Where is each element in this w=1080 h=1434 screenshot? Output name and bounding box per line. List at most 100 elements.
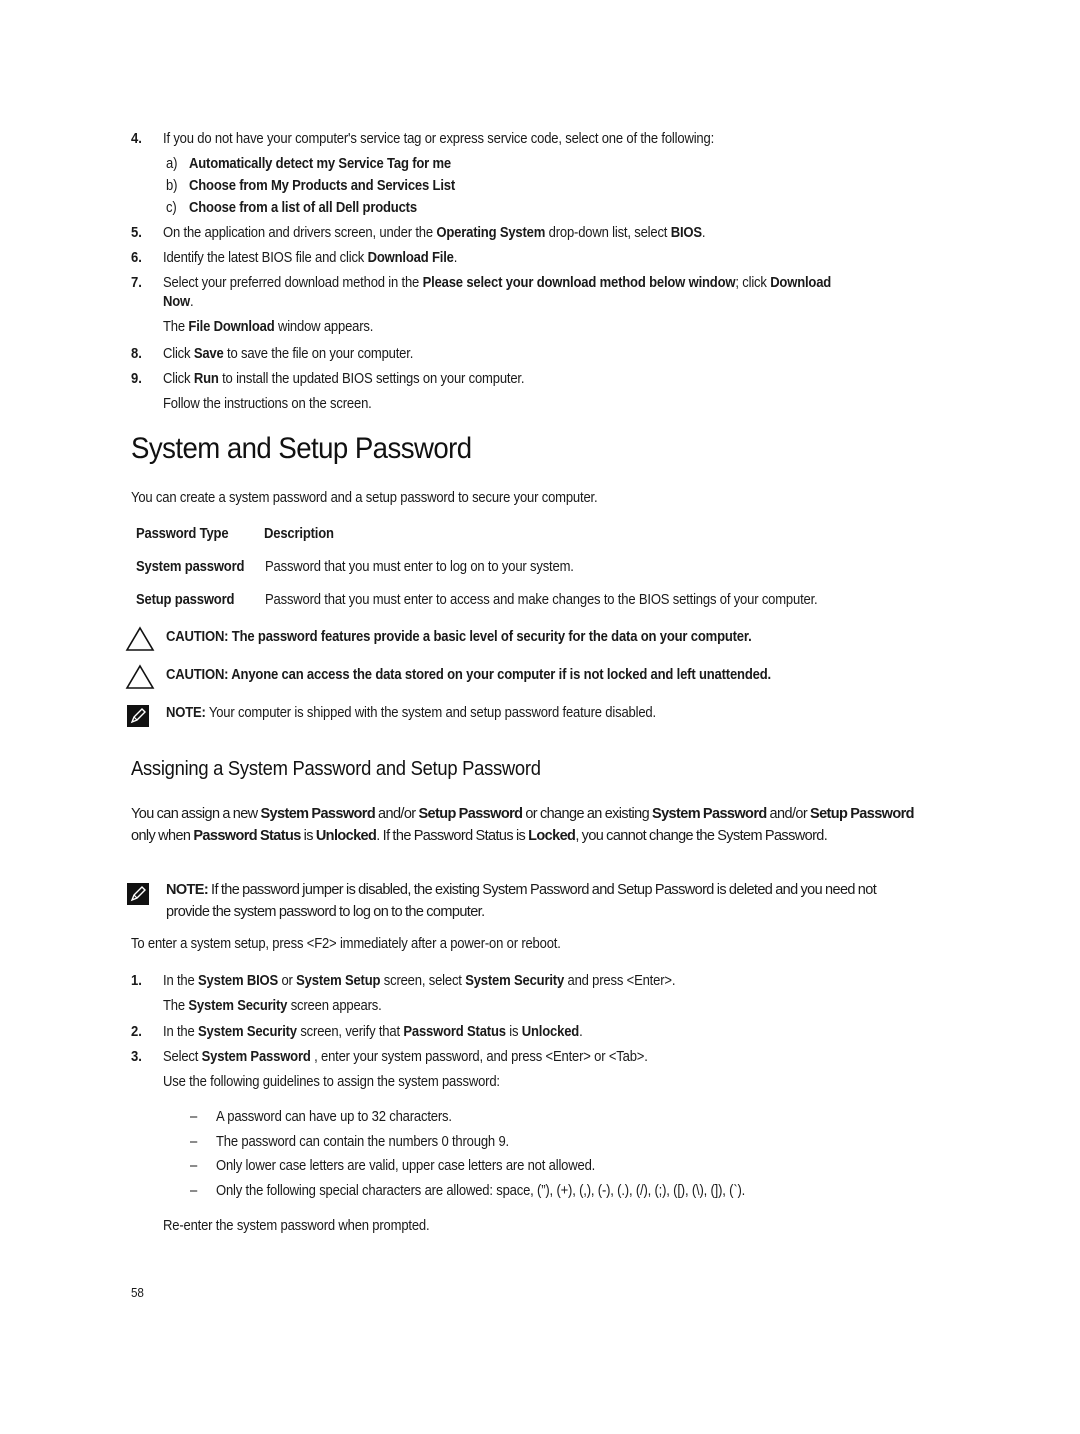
step-text: If you do not have your computer's servi… <box>163 131 714 147</box>
bold-term: System Security <box>198 1024 297 1040</box>
bold-term: Run <box>193 371 219 387</box>
subsection-title: Assigning a System Password and Setup Pa… <box>131 758 541 780</box>
bold-term: System Security <box>188 998 288 1014</box>
step-text: Select System Password , enter your syst… <box>163 1049 648 1065</box>
step-text: Click Run to install the updated BIOS se… <box>163 371 525 387</box>
text-run: Select your preferred download method in… <box>163 275 423 291</box>
caution-triangle-icon <box>125 626 155 651</box>
bold-term: System Password <box>201 1049 311 1065</box>
bullet-dash: – <box>190 1134 198 1150</box>
note-text: NOTE: Your computer is shipped with the … <box>166 705 656 721</box>
bold-term: Locked <box>528 828 576 844</box>
bold-term: System Password <box>652 806 767 822</box>
step-text: Identify the latest BIOS file and click … <box>163 250 457 266</box>
note-pencil-icon <box>127 883 149 905</box>
text-run: screen appears. <box>287 998 382 1014</box>
bold-term: Setup Password <box>810 806 915 822</box>
guideline-item: Only lower case letters are valid, upper… <box>216 1158 596 1174</box>
text-run: screen, verify that <box>296 1024 404 1040</box>
text-run: The <box>163 998 189 1014</box>
step-result: Use the following guidelines to assign t… <box>163 1074 500 1090</box>
text-run: . <box>190 294 194 310</box>
text-run: , enter your system password, and press … <box>310 1049 648 1065</box>
caution-text: CAUTION: Anyone can access the data stor… <box>166 667 771 683</box>
text-run: The <box>163 319 189 335</box>
guideline-item: Only the following special characters ar… <box>216 1183 746 1199</box>
section-title: System and Setup Password <box>131 432 472 465</box>
text-run: or <box>278 973 297 989</box>
table-cell-type: System password <box>136 559 245 575</box>
bold-term: System Password <box>260 806 376 822</box>
text-run: drop-down list, select <box>545 225 671 241</box>
text-run: screen, select <box>380 973 466 989</box>
page-number: 58 <box>131 1285 144 1300</box>
step-number: 2. <box>131 1024 142 1040</box>
sub-option: Choose from a list of all Dell products <box>189 200 417 216</box>
bold-term: Password Status <box>193 828 301 844</box>
caution-text: CAUTION: The password features provide a… <box>166 629 752 645</box>
text-run: . If the Password Status is <box>376 828 529 844</box>
text-run: . <box>579 1024 583 1040</box>
table-header-description: Description <box>264 526 334 542</box>
bold-term: System Setup <box>296 973 381 989</box>
sub-option: Choose from My Products and Services Lis… <box>189 178 456 194</box>
note-label: NOTE: <box>166 882 209 898</box>
text-run: Use the following guidelines to assign t… <box>163 1074 500 1090</box>
step-text: Select your preferred download method in… <box>163 275 831 291</box>
step-text: In the System Security screen, verify th… <box>163 1024 583 1040</box>
bold-term: Now <box>163 294 191 310</box>
text-run: is <box>505 1024 522 1040</box>
bold-term: Setup Password <box>418 806 523 822</box>
text-run: and/or <box>375 806 419 822</box>
text-run: Click <box>163 346 194 362</box>
section2-paragraph: You can assign a new System Password and… <box>131 803 921 847</box>
text-run: or change an existing <box>522 806 652 822</box>
bold-term: System Security <box>465 973 565 989</box>
bold-term: Please select your download method below… <box>422 275 736 291</box>
text-run: to install the updated BIOS settings on … <box>218 371 525 387</box>
bullet-dash: – <box>190 1109 198 1125</box>
text-run: ; click <box>735 275 771 291</box>
guideline-item: A password can have up to 32 characters. <box>216 1109 452 1125</box>
document-page: 4. If you do not have your computer's se… <box>0 0 1080 1434</box>
step-number: 5. <box>131 225 142 241</box>
text-run: Follow the instructions on the screen. <box>163 396 372 412</box>
enter-setup-text: To enter a system setup, press <F2> imme… <box>131 936 561 952</box>
text-run: Identify the latest BIOS file and click <box>163 250 368 266</box>
step-number: 4. <box>131 131 142 147</box>
text-run: Click <box>163 371 194 387</box>
step-number: 7. <box>131 275 142 291</box>
step-text: In the System BIOS or System Setup scree… <box>163 973 675 989</box>
bullet-dash: – <box>190 1183 198 1199</box>
step-number: 6. <box>131 250 142 266</box>
bold-term: Download <box>770 275 832 291</box>
text-run: window appears. <box>274 319 374 335</box>
text-run: Select <box>163 1049 202 1065</box>
sub-letter: c) <box>166 200 177 216</box>
bold-term: BIOS <box>670 225 702 241</box>
text-run: If you do not have your computer's servi… <box>163 131 715 147</box>
bold-term: File Download <box>188 319 275 335</box>
reenter-text: Re-enter the system password when prompt… <box>163 1218 430 1234</box>
step-result: The File Download window appears. <box>163 319 373 335</box>
note-body: Your computer is shipped with the system… <box>205 705 656 721</box>
text-run: . <box>453 250 458 266</box>
step-text: Click Save to save the file on your comp… <box>163 346 413 362</box>
step-result: Follow the instructions on the screen. <box>163 396 372 412</box>
step-result: The System Security screen appears. <box>163 998 382 1014</box>
step-number: 3. <box>131 1049 142 1065</box>
bold-term: Password Status <box>403 1024 506 1040</box>
text-run: to save the file on your computer. <box>223 346 414 362</box>
bold-term: Operating System <box>436 225 546 241</box>
bold-term: Download File <box>367 250 454 266</box>
note-pencil-icon <box>127 705 149 727</box>
guideline-item: The password can contain the numbers 0 t… <box>216 1134 509 1150</box>
text-run: In the <box>163 1024 199 1040</box>
text-run: and/or <box>766 806 810 822</box>
table-cell-description: Password that you must enter to access a… <box>265 592 818 608</box>
text-run: and press <Enter>. <box>564 973 676 989</box>
text-run: You can assign a new <box>131 806 261 822</box>
text-run: . <box>701 225 706 241</box>
sub-letter: b) <box>166 178 178 194</box>
text-run: On the application and drivers screen, u… <box>163 225 437 241</box>
